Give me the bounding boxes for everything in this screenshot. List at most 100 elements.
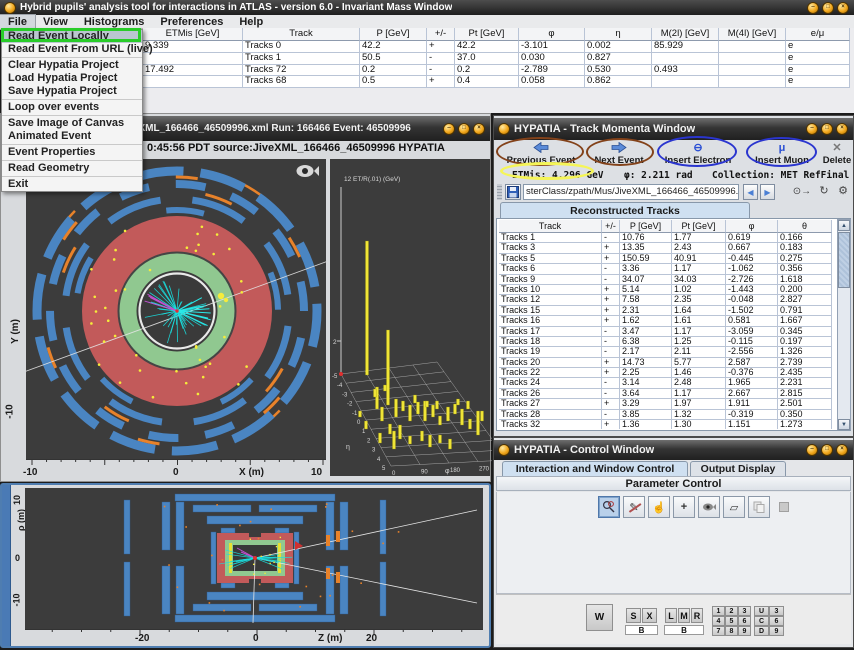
sx-b-field[interactable]: B [625, 625, 658, 635]
num-key-7[interactable]: 7 [712, 626, 725, 636]
table-row[interactable]: Tracks 20 +14.73 5.77 2.587 2.739 [499, 357, 836, 369]
maximize-icon[interactable]: □ [821, 444, 833, 456]
hand-tool-button[interactable]: ☝ [648, 496, 670, 518]
move-tool-button[interactable]: + [673, 496, 695, 518]
num-key-1[interactable]: 1 [712, 606, 725, 616]
file-menu-item-save-hypatia-project[interactable]: Save Hypatia Project [2, 85, 142, 98]
tab-reconstructed-tracks[interactable]: Reconstructed Tracks [500, 202, 750, 218]
settings-icon[interactable]: ⚙ [835, 184, 851, 200]
ucd-key-6[interactable]: 6 [769, 616, 784, 626]
detector-end-view[interactable] [26, 159, 326, 459]
fisheye-tool-button[interactable] [698, 496, 720, 518]
num-key-4[interactable]: 4 [712, 616, 725, 626]
num-key-2[interactable]: 2 [725, 606, 738, 616]
side-window-handle[interactable] [2, 485, 11, 646]
table-row[interactable]: Tracks 27 +3.29 1.97 1.911 2.501 [499, 399, 836, 410]
m-key[interactable]: M [678, 608, 690, 623]
menu-help[interactable]: Help [231, 15, 271, 29]
table-row[interactable]: Tracks 17-3.47 1.17 -3.059 0.345 [499, 326, 836, 337]
table-row[interactable]: Tracks 28-3.85 1.32 -0.319 0.350 [499, 409, 836, 421]
file-menu-item-loop-over-events[interactable]: Loop over events [2, 101, 142, 114]
table-row[interactable]: Tracks 9-34.07 34.03 -2.726 1.618 [499, 274, 836, 285]
close-icon[interactable]: × [836, 123, 848, 135]
next-file-button[interactable]: ▶ [760, 184, 775, 200]
lego-plot-panel[interactable]: 12 ET/R(.01) (GeV) 2 η φ -5 -4 -3 -2 -1 0 1 2 3 4… [328, 159, 492, 476]
num-key-9[interactable]: 9 [738, 626, 751, 636]
menu-histograms[interactable]: Histograms [76, 15, 153, 29]
ucd-key-U[interactable]: U [754, 606, 769, 616]
file-menu-item-clear-hypatia-project[interactable]: Clear Hypatia Project [2, 59, 142, 72]
table-row[interactable]: Tracks 3 +13.35 2.43 0.667 0.183 [499, 243, 836, 254]
control-window-title-bar[interactable]: HYPATIA - Control Window ‒ □ × [494, 440, 853, 460]
detector-side-view[interactable] [25, 488, 483, 629]
num-key-3[interactable]: 3 [738, 606, 751, 616]
w-key[interactable]: W [586, 604, 613, 631]
file-menu-item-animated-event[interactable]: Animated Event [2, 130, 142, 143]
x-key[interactable]: X [642, 608, 657, 623]
minimize-icon[interactable]: ‒ [443, 122, 455, 135]
menu-file[interactable]: File [0, 13, 36, 30]
maximize-icon[interactable]: □ [822, 1, 834, 14]
table-row[interactable]: Tracks 22 +2.25 1.46 -0.376 2.435 [499, 368, 836, 379]
copy-tool-button[interactable] [748, 496, 770, 518]
edit-tool-button[interactable]: ✎ [623, 496, 645, 518]
ucd-key-3[interactable]: 3 [769, 606, 784, 616]
minimize-icon[interactable]: ‒ [807, 1, 819, 14]
close-icon[interactable]: × [837, 1, 849, 14]
scroll-down-icon[interactable]: ▼ [838, 419, 850, 430]
table-row[interactable]: Tracks 26-3.64 1.17 2.667 2.815 [499, 388, 836, 400]
table-row[interactable]: Tracks 10 +5.14 1.02 -1.443 0.200 [499, 284, 836, 296]
scroll-up-icon[interactable]: ▲ [838, 220, 850, 231]
table-row[interactable]: Tracks 24-3.14 2.48 1.965 2.231 [499, 378, 836, 389]
zoom-tool-button[interactable] [598, 496, 620, 518]
table-row[interactable]: Tracks 15 +2.31 1.64 -1.502 0.791 [499, 305, 836, 317]
r-key[interactable]: R [691, 608, 703, 623]
delete-button[interactable]: ✕ Delete [820, 142, 854, 166]
file-menu-item-read-geometry[interactable]: Read Geometry [2, 162, 142, 175]
file-menu-item-load-hypatia-project[interactable]: Load Hypatia Project [2, 72, 142, 85]
close-icon[interactable]: × [473, 122, 485, 135]
scrollbar-thumb[interactable] [838, 232, 850, 288]
table-row[interactable]: Tracks 1 50.5-37.0 0.030 0.827 e [143, 52, 854, 65]
num-key-6[interactable]: 6 [738, 616, 751, 626]
table-row[interactable]: Tracks 16 +1.62 1.61 0.581 1.667 [499, 316, 836, 327]
save-event-button[interactable] [505, 184, 521, 200]
table-row[interactable]: 17.492 Tracks 72 0.2-0.2 -2.789 0.530 0.493 e [143, 64, 854, 77]
minimize-icon[interactable]: ‒ [806, 444, 818, 456]
file-menu-item-event-properties[interactable]: Event Properties [2, 146, 142, 159]
maximize-icon[interactable]: □ [458, 122, 470, 135]
table-row[interactable]: Tracks 19-2.17 2.11 -2.556 1.326 [499, 347, 836, 358]
num-key-8[interactable]: 8 [725, 626, 738, 636]
table-row[interactable]: Tracks 68 0.5 +0.4 0.058 0.862 e [143, 76, 854, 89]
tracks-table-scrollbar[interactable]: ▲ ▼ [837, 219, 851, 430]
file-menu-item-read-event-locally[interactable]: Read Event Locally [2, 30, 142, 43]
event-file-path-field[interactable]: sterClass/zpath/Mus/JiveXML_166466_46509… [523, 184, 739, 200]
stream-mode-icon[interactable]: ⊙→ [792, 184, 812, 200]
file-menu-item-save-image-of-canvas[interactable]: Save Image of Canvas [2, 117, 142, 130]
menu-preferences[interactable]: Preferences [152, 15, 231, 29]
toolbar-drag-handle[interactable] [497, 184, 502, 200]
insert-muon-button[interactable]: μ Insert Muon [746, 142, 818, 166]
table-row[interactable]: Tracks 6-3.36 1.17 -1.062 0.356 [499, 264, 836, 275]
table-row[interactable]: Tracks 1-10.76 1.77 0.619 0.166 [499, 233, 836, 244]
maximize-icon[interactable]: □ [821, 123, 833, 135]
tab-output-display[interactable]: Output Display [690, 461, 786, 476]
ucd-key-C[interactable]: C [754, 616, 769, 626]
l-key[interactable]: L [665, 608, 677, 623]
num-key-5[interactable]: 5 [725, 616, 738, 626]
tab-interaction-window-control[interactable]: Interaction and Window Control [502, 461, 688, 476]
table-row[interactable]: 9.339 Tracks 0 42.2 +42.2 -3.101 0.002 85.929 e [143, 41, 854, 53]
next-event-button[interactable]: Next Event [584, 141, 654, 166]
menu-view[interactable]: View [35, 15, 76, 29]
file-menu-item-exit[interactable]: Exit [2, 178, 142, 191]
ucd-key-D[interactable]: D [754, 626, 769, 636]
minimize-icon[interactable]: ‒ [806, 123, 818, 135]
s-key[interactable]: S [626, 608, 641, 623]
table-row[interactable]: Tracks 32 +1.36 1.30 1.151 1.273 [499, 420, 836, 429]
parallelogram-tool-button[interactable]: ▱ [723, 496, 745, 518]
insert-electron-button[interactable]: ⊖ Insert Electron [658, 142, 738, 166]
file-menu-item-read-event-from-url-live-[interactable]: Read Event From URL (live) [2, 43, 153, 56]
previous-event-button[interactable]: Previous Event [498, 141, 584, 166]
track-window-title-bar[interactable]: HYPATIA - Track Momenta Window ‒ □ × [494, 118, 853, 140]
fisheye-icon[interactable] [296, 163, 320, 179]
